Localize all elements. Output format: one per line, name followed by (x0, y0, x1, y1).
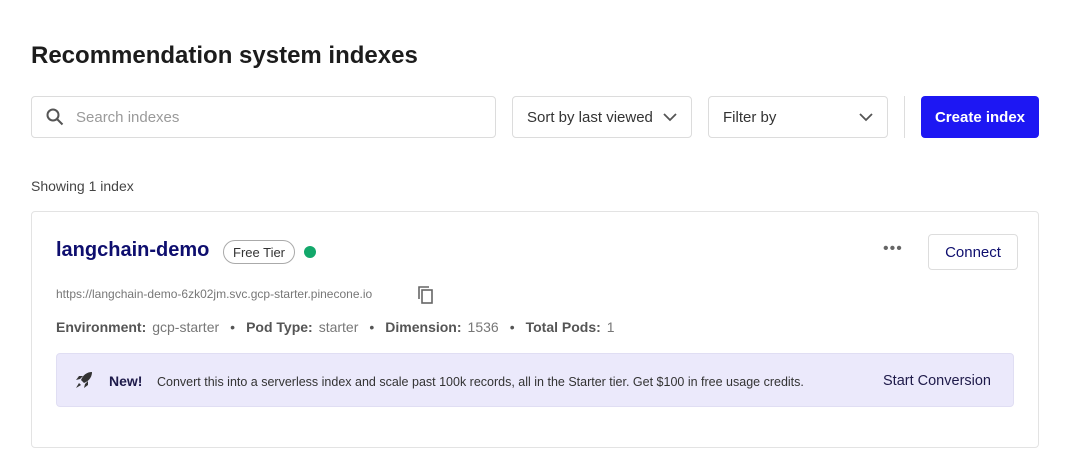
meta-value: 1 (606, 319, 615, 335)
connect-button[interactable]: Connect (928, 234, 1018, 270)
separator: • (509, 319, 515, 335)
meta-label: Environment: (56, 319, 147, 335)
result-count: Showing 1 index (31, 178, 134, 194)
page-title: Recommendation system indexes (31, 42, 418, 69)
meta-label: Total Pods: (525, 319, 601, 335)
tier-badge: Free Tier (223, 240, 296, 264)
filter-dropdown[interactable]: Filter by (708, 96, 888, 138)
chevron-down-icon (663, 112, 677, 121)
chevron-down-icon (859, 112, 873, 121)
banner-message: Convert this into a serverless index and… (157, 375, 804, 389)
separator: • (230, 319, 236, 335)
index-metadata: Environment: gcp-starter • Pod Type: start… (56, 319, 615, 335)
sort-dropdown[interactable]: Sort by last viewed (512, 96, 692, 138)
separator: • (369, 319, 375, 335)
search-placeholder: Search indexes (76, 108, 180, 126)
meta-label: Dimension: (385, 319, 462, 335)
sort-label: Sort by last viewed (527, 108, 653, 126)
search-input[interactable]: Search indexes (31, 96, 496, 138)
filter-label: Filter by (723, 108, 777, 126)
copy-icon[interactable] (417, 285, 435, 305)
toolbar-divider (904, 96, 905, 138)
rocket-icon (76, 372, 92, 388)
meta-label: Pod Type: (246, 319, 313, 335)
search-icon (46, 108, 64, 126)
status-indicator (304, 246, 316, 258)
meta-value: starter (318, 319, 359, 335)
create-index-button[interactable]: Create index (921, 96, 1039, 138)
meta-value: gcp-starter (152, 319, 220, 335)
start-conversion-link[interactable]: Start Conversion (883, 373, 991, 389)
banner-new-label: New! (109, 373, 143, 389)
index-name[interactable]: langchain-demo (56, 239, 209, 262)
meta-value: 1536 (467, 319, 499, 335)
more-options-button[interactable]: ••• (883, 240, 903, 258)
index-url: https://langchain-demo-6zk02jm.svc.gcp-s… (56, 287, 373, 301)
